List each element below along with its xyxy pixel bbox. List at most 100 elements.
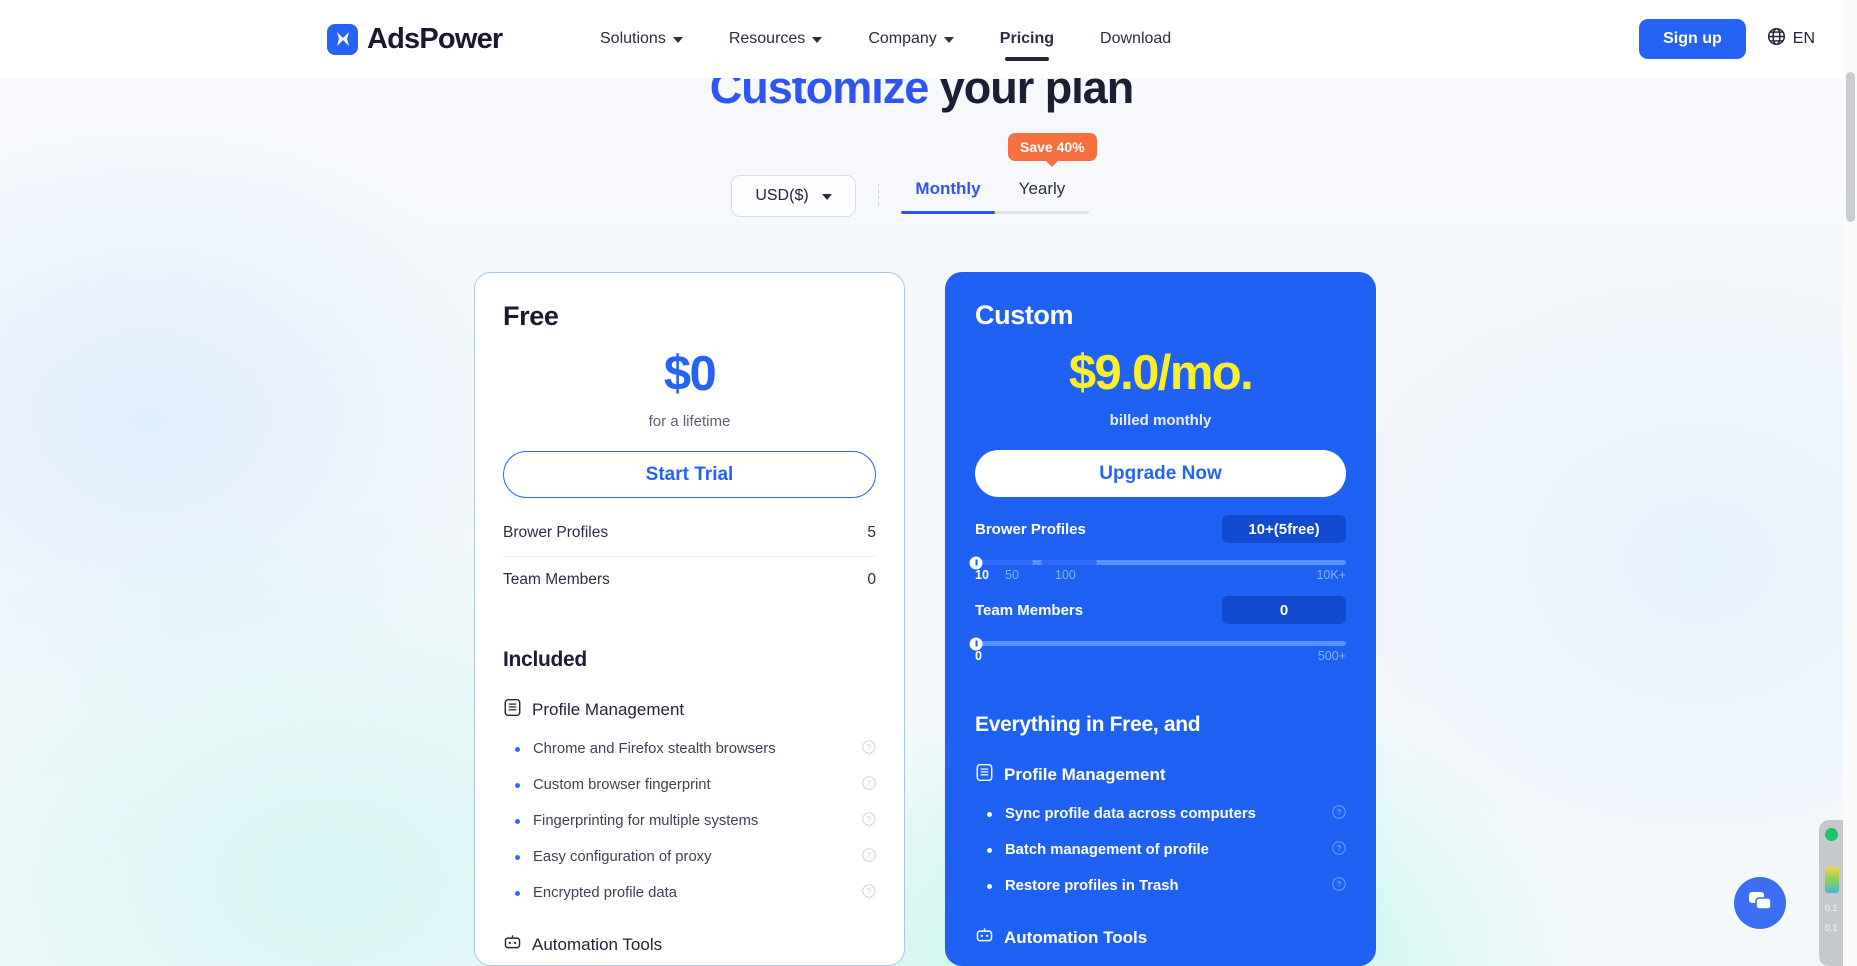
scrollbar-thumb[interactable] [1846, 72, 1855, 222]
svg-text:?: ? [1337, 808, 1342, 817]
feature-item: Fingerprinting for multiple systems ? [503, 812, 876, 830]
meter-row-team-members: Team Members 0 [503, 556, 876, 602]
start-trial-button[interactable]: Start Trial [503, 451, 876, 498]
tab-monthly[interactable]: Monthly [901, 179, 995, 214]
plan-meters: Brower Profiles 5 Team Members 0 [503, 510, 876, 602]
meter-row-brower-profiles: Brower Profiles 5 [503, 510, 876, 556]
document-icon [503, 698, 522, 722]
meter-label: Team Members [503, 570, 610, 588]
bullet-icon [515, 746, 520, 752]
slider-scale: 0 500+ [975, 649, 1346, 667]
language-label: EN [1792, 30, 1815, 47]
help-icon[interactable]: ? [862, 776, 876, 794]
nav-item-pricing[interactable]: Pricing [1000, 0, 1054, 78]
save-badge: Save 40% [1008, 132, 1097, 161]
slider-tick: 0 [975, 649, 982, 663]
signal-bar-icon [1825, 867, 1839, 893]
nav-item-download[interactable]: Download [1100, 0, 1171, 78]
help-icon[interactable]: ? [862, 812, 876, 830]
feature-label: Chrome and Firefox stealth browsers [533, 741, 776, 757]
nav-item-company[interactable]: Company [868, 0, 954, 78]
feature-group-automation-tools: Automation Tools [975, 926, 1346, 950]
document-icon [975, 763, 994, 787]
svg-text:?: ? [1337, 880, 1342, 889]
slider-value-badge: 10+(5free) [1222, 515, 1346, 543]
feature-label: Easy configuration of proxy [533, 849, 712, 865]
adspower-logo-icon [327, 23, 358, 55]
svg-text:?: ? [867, 815, 872, 824]
slider-tick: 50 [1005, 568, 1019, 582]
currency-value: USD($) [755, 187, 809, 204]
robot-icon [503, 933, 522, 957]
language-switcher[interactable]: EN [1767, 27, 1815, 51]
currency-select[interactable]: USD($) [731, 175, 856, 217]
plan-title: Custom [975, 300, 1074, 330]
main-nav: Solutions Resources Company Pricing Down… [600, 0, 1171, 78]
slider-tick: 10K+ [1316, 568, 1346, 582]
features-heading: Everything in Free, and [975, 713, 1201, 736]
svg-text:?: ? [1337, 844, 1342, 853]
svg-text:?: ? [867, 851, 872, 860]
brand-logo[interactable]: AdsPower [327, 23, 503, 56]
nav-item-label: Download [1100, 30, 1172, 47]
svg-text:?: ? [867, 779, 872, 788]
slider-label: Team Members [975, 601, 1084, 619]
feature-item: Custom browser fingerprint ? [503, 776, 876, 794]
widget-metric: 0.1 [1825, 923, 1838, 933]
globe-icon [1767, 27, 1786, 51]
help-icon[interactable]: ? [862, 740, 876, 758]
chat-support-button[interactable] [1734, 877, 1786, 929]
help-icon[interactable]: ? [1332, 841, 1346, 859]
slider-track[interactable] [969, 556, 1346, 569]
sign-up-button[interactable]: Sign up [1639, 19, 1746, 59]
help-icon[interactable]: ? [1332, 805, 1346, 823]
bullet-icon [987, 847, 992, 853]
page-scrollbar[interactable] [1843, 0, 1857, 966]
chat-bubble-icon [1747, 888, 1773, 919]
bullet-icon [987, 883, 992, 889]
site-header: AdsPower Solutions Resources Company Pri… [0, 0, 1843, 78]
help-icon[interactable]: ? [1332, 877, 1346, 895]
slider-brower-profiles: Brower Profiles 10+(5free) 10 50 100 10K… [969, 515, 1346, 586]
plan-price: $9.0/mo. [1068, 346, 1254, 400]
feature-group-name: Profile Management [532, 700, 685, 719]
meter-value: 5 [867, 524, 876, 541]
slider-tick: 100 [1055, 568, 1076, 582]
features-heading: Included [503, 648, 587, 671]
feature-item: Chrome and Firefox stealth browsers ? [503, 740, 876, 758]
slider-team-members: Team Members 0 0 500+ [969, 596, 1346, 667]
widget-metric: 0.1 [1825, 903, 1838, 913]
upgrade-now-button[interactable]: Upgrade Now [975, 450, 1346, 497]
svg-text:?: ? [867, 887, 872, 896]
side-widget-panel[interactable]: 0.1 0.1 [1819, 820, 1843, 966]
feature-label: Encrypted profile data [533, 885, 677, 901]
plan-price: $0 [663, 347, 717, 401]
slider-track[interactable] [969, 637, 1346, 650]
plan-title: Free [503, 301, 559, 331]
billing-toggle-indicator [901, 210, 995, 214]
slider-label: Brower Profiles [975, 520, 1086, 538]
feature-group-name: Automation Tools [1004, 928, 1148, 947]
tab-yearly[interactable]: Yearly [995, 179, 1089, 214]
feature-group-profile-management: Profile Management [975, 763, 1346, 787]
feature-item: Encrypted profile data ? [503, 884, 876, 902]
meter-value: 0 [867, 570, 876, 588]
chevron-down-icon [812, 37, 823, 43]
plan-price-caption: for a lifetime [648, 413, 731, 430]
chevron-down-icon [943, 37, 954, 43]
slider-header: Team Members 0 [975, 596, 1346, 624]
slider-segment [1041, 560, 1097, 565]
divider [878, 184, 879, 208]
bullet-icon [987, 811, 992, 817]
feature-label: Custom browser fingerprint [533, 777, 711, 793]
help-icon[interactable]: ? [862, 884, 876, 902]
nav-item-resources[interactable]: Resources [729, 0, 823, 78]
nav-item-label: Pricing [999, 30, 1055, 47]
feature-item: Easy configuration of proxy ? [503, 848, 876, 866]
bullet-icon [515, 818, 520, 824]
nav-item-label: Company [868, 30, 937, 47]
chevron-down-icon [821, 194, 832, 200]
help-icon[interactable]: ? [862, 848, 876, 866]
svg-text:?: ? [867, 743, 872, 752]
nav-item-solutions[interactable]: Solutions [600, 0, 683, 78]
